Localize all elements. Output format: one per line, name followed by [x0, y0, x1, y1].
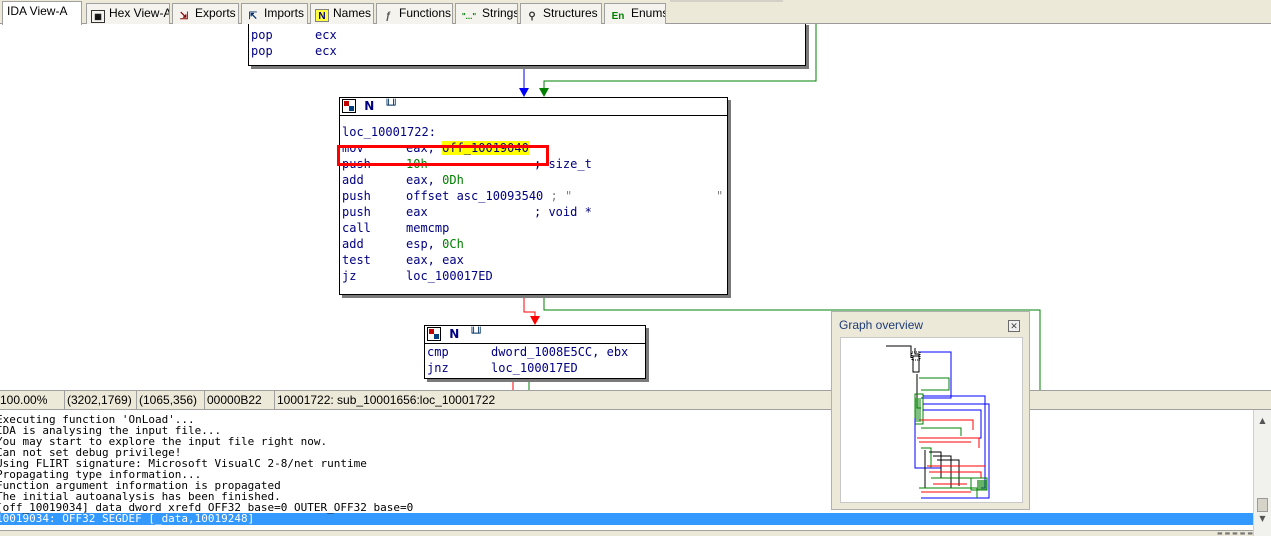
- tab-imports[interactable]: ⇱ Imports: [241, 3, 308, 24]
- tab-label: Names: [333, 6, 372, 20]
- names-icon: N: [315, 9, 329, 22]
- tab-names[interactable]: N Names: [310, 3, 374, 24]
- block-graph-icon[interactable]: ╙╜: [384, 99, 402, 113]
- scroll-up-icon[interactable]: ▲: [1257, 416, 1268, 426]
- tab-label: Exports: [195, 6, 236, 20]
- tab-enums[interactable]: En Enums: [604, 3, 666, 24]
- block-color-icon[interactable]: [342, 99, 356, 113]
- output-window[interactable]: Executing function 'OnLoad'... IDA is an…: [0, 410, 1253, 530]
- edge-false: [523, 296, 536, 318]
- asm-line[interactable]: push eax; void *: [340, 204, 727, 220]
- graph-overview-title: Graph overview ✕: [832, 312, 1029, 336]
- graph-overview-canvas[interactable]: [840, 337, 1023, 503]
- status-graph-coords: (3202,1769): [65, 391, 137, 409]
- tab-label: IDA View-A: [7, 4, 68, 18]
- enums-icon: En: [611, 11, 625, 22]
- status-zoom: 100.00%: [0, 391, 65, 409]
- block-label[interactable]: loc_10001722:: [340, 124, 727, 140]
- tab-bar: IDA View-A ▦ Hex View-A ⇲ Exports ⇱ Imports…: [0, 0, 1271, 25]
- asm-line[interactable]: jz loc_100017ED: [340, 268, 727, 284]
- asm-line[interactable]: cmp dword_1008E5CC, ebx: [425, 344, 645, 360]
- tab-exports[interactable]: ⇲ Exports: [172, 3, 239, 24]
- block-graph-icon[interactable]: ╙╜: [469, 327, 487, 341]
- tab-label: Hex View-A: [109, 6, 170, 20]
- status-bar: 100.00% (3202,1769) (1065,356) 00000B22 …: [0, 390, 1271, 410]
- graph-overview-minimap: [886, 345, 990, 499]
- edge-arrow-green: [539, 88, 549, 97]
- selection-highlight-box: [337, 145, 549, 166]
- asm-line[interactable]: call memcmp: [340, 220, 727, 236]
- exports-icon: ⇲: [179, 11, 189, 22]
- tab-label: Enums: [631, 6, 666, 20]
- imports-icon: ⇱: [248, 11, 258, 22]
- edge-arrow-red: [530, 316, 540, 325]
- block-name-icon[interactable]: N: [449, 327, 461, 341]
- status-mouse-coords: (1065,356): [137, 391, 205, 409]
- functions-icon: ƒ: [385, 11, 391, 22]
- scroll-down-icon[interactable]: ▼: [1257, 514, 1268, 524]
- graph-overview-panel[interactable]: Graph overview ✕: [831, 311, 1030, 510]
- tab-strings[interactable]: "..." Strings: [455, 3, 518, 24]
- tab-label: Structures: [543, 6, 598, 20]
- asm-line[interactable]: add eax, 0Dh: [340, 172, 727, 188]
- strings-icon: "...": [461, 12, 477, 21]
- tab-ida-view-a[interactable]: IDA View-A: [2, 1, 82, 25]
- tab-hex-view-a[interactable]: ▦ Hex View-A: [86, 3, 170, 24]
- asm-line[interactable]: test eax, eax: [340, 252, 727, 268]
- output-line: You may start to explore the input file …: [0, 435, 328, 448]
- asm-line[interactable]: jnz loc_100017ED: [425, 360, 645, 376]
- tab-label: Functions: [399, 6, 452, 20]
- edge-arrow-blue: [519, 88, 529, 97]
- block-header: N ╙╜: [340, 98, 727, 116]
- status-location: 10001722: sub_10001656:loc_10001722: [277, 393, 496, 407]
- asm-line[interactable]: add esp, 0Ch: [340, 236, 727, 252]
- close-icon[interactable]: ✕: [1008, 320, 1020, 332]
- tab-functions[interactable]: ƒ Functions: [376, 3, 453, 24]
- tab-structures[interactable]: ⚲ Structures: [520, 3, 602, 24]
- graph-view[interactable]: pop ecx pop ecx N ╙╜ loc_10001722: mov eax,…: [0, 24, 1271, 390]
- basic-block-loc-10001722[interactable]: N ╙╜ loc_10001722: mov eax, off_10019040 …: [339, 97, 728, 295]
- title-strip: [670, 0, 783, 2]
- basic-block-cmp[interactable]: N ╙╜ cmp dword_1008E5CC, ebx jnz loc_10001…: [424, 325, 646, 379]
- block-header: N ╙╜: [425, 326, 645, 344]
- block-color-icon[interactable]: [427, 327, 441, 341]
- asm-line[interactable]: push offset asc_10093540 ; " ": [340, 188, 727, 204]
- block-name-icon[interactable]: N: [364, 99, 376, 113]
- tab-label: Strings: [482, 6, 518, 20]
- resize-grip-icon[interactable]: ▬ ▬ ▬ ▬ ▬: [1133, 530, 1253, 536]
- status-file-offset: 00000B22: [205, 391, 275, 409]
- tab-label: Imports: [264, 6, 305, 20]
- output-bottom-edge: ▬ ▬ ▬ ▬ ▬: [0, 530, 1253, 536]
- basic-block-top[interactable]: pop ecx pop ecx: [248, 24, 806, 66]
- output-scrollbar[interactable]: ▲ ▼: [1253, 410, 1271, 536]
- structures-icon: ⚲: [528, 11, 536, 22]
- hex-view-icon: ▦: [91, 10, 105, 23]
- output-line-selected[interactable]: 10019034: OFF32 SEGDEF [_data,10019248]: [0, 513, 1253, 525]
- asm-line[interactable]: pop ecx: [249, 43, 805, 59]
- scroll-thumb[interactable]: [1257, 498, 1268, 512]
- asm-line[interactable]: pop ecx: [249, 27, 805, 43]
